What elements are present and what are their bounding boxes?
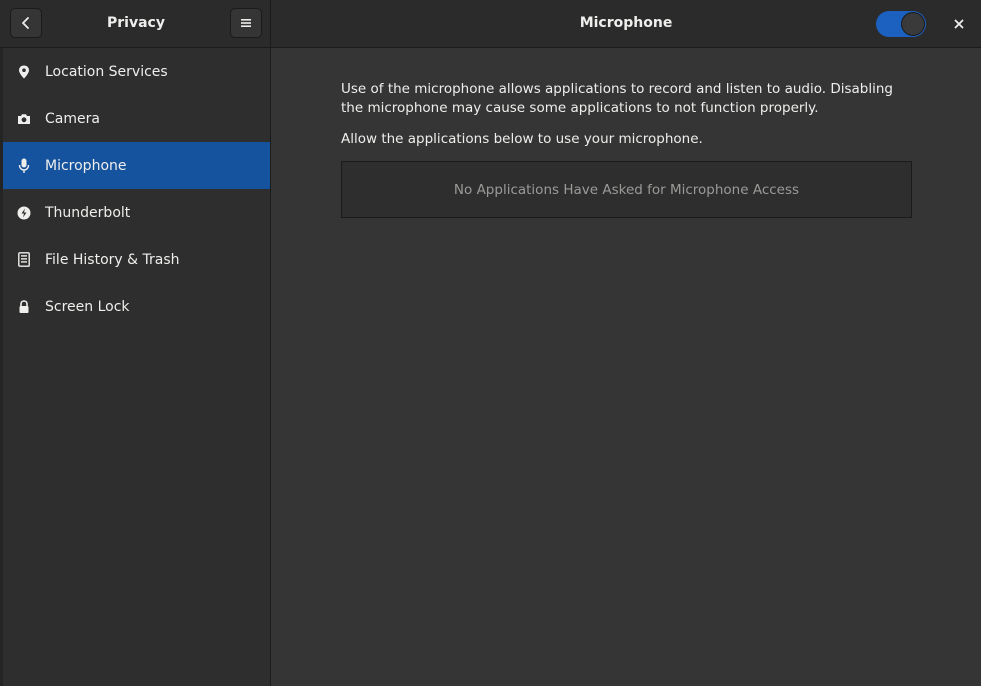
sidebar-header: Privacy <box>0 0 271 47</box>
header-bar: Privacy Microphone <box>0 0 981 48</box>
settings-window: Privacy Microphone Location Services Cam… <box>0 0 981 686</box>
back-button[interactable] <box>10 8 42 38</box>
sidebar-item-screen-lock[interactable]: Screen Lock <box>3 283 270 330</box>
allow-apps-label: Allow the applications below to use your… <box>341 131 703 147</box>
main-content: Use of the microphone allows application… <box>271 48 981 686</box>
microphone-toggle-switch[interactable] <box>876 11 926 37</box>
app-permissions-list: No Applications Have Asked for Microphon… <box>341 161 912 218</box>
sidebar-item-label: Camera <box>45 110 100 127</box>
close-icon <box>954 19 964 29</box>
microphone-icon <box>17 158 31 174</box>
sidebar-item-label: Screen Lock <box>45 298 130 315</box>
chevron-left-icon <box>22 17 29 29</box>
camera-icon <box>17 111 31 127</box>
menu-button[interactable] <box>230 8 262 38</box>
sidebar-item-microphone[interactable]: Microphone <box>3 142 270 189</box>
sidebar: Location Services Camera Microphone Thun… <box>3 48 271 686</box>
thunderbolt-icon <box>17 205 31 221</box>
empty-list-message: No Applications Have Asked for Microphon… <box>453 181 800 198</box>
sidebar-title: Privacy <box>107 15 165 31</box>
file-history-icon <box>17 252 31 268</box>
sidebar-item-thunderbolt[interactable]: Thunderbolt <box>3 189 270 236</box>
sidebar-item-label: Location Services <box>45 63 168 80</box>
sidebar-item-location-services[interactable]: Location Services <box>3 48 270 95</box>
close-button[interactable] <box>944 10 974 38</box>
lock-icon <box>17 299 31 315</box>
sidebar-item-camera[interactable]: Camera <box>3 95 270 142</box>
sidebar-item-label: Thunderbolt <box>45 204 131 221</box>
sidebar-item-label: Microphone <box>45 157 127 174</box>
description-text: Use of the microphone allows application… <box>341 81 894 116</box>
hamburger-menu-icon <box>241 19 251 27</box>
toggle-knob <box>901 12 925 36</box>
page-title: Microphone <box>579 15 673 31</box>
sidebar-item-label: File History & Trash <box>45 251 180 268</box>
location-pin-icon <box>17 64 31 80</box>
sidebar-item-file-history-trash[interactable]: File History & Trash <box>3 236 270 283</box>
